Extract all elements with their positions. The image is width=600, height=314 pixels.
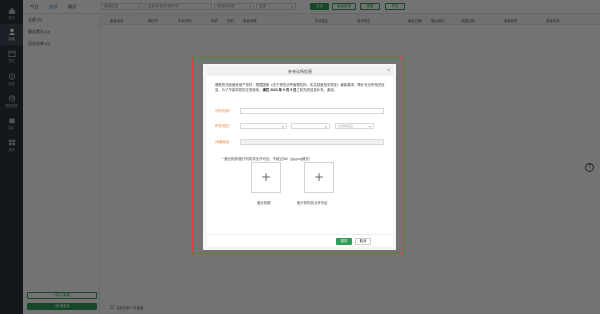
highlight-frame <box>192 57 404 254</box>
